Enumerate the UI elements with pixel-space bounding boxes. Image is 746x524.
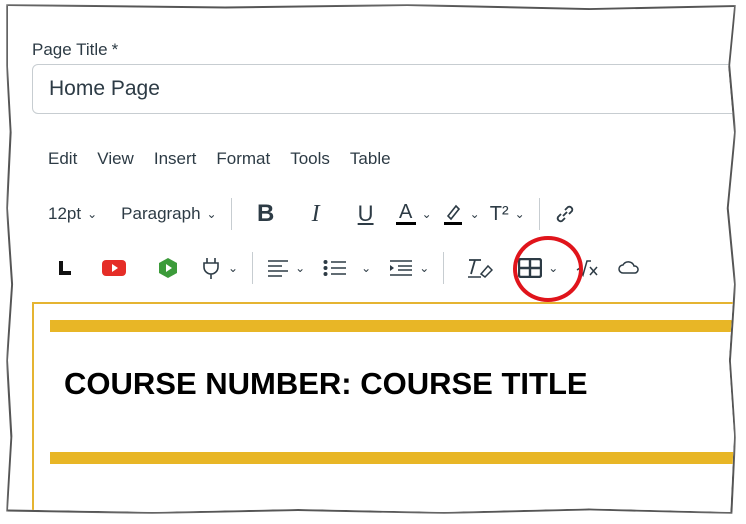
menu-table[interactable]: Table bbox=[350, 149, 391, 169]
indent-icon bbox=[389, 259, 413, 277]
menu-format[interactable]: Format bbox=[216, 149, 270, 169]
plugin-icon bbox=[200, 256, 222, 280]
media-icon bbox=[157, 257, 179, 279]
chevron-down-icon: ⌄ bbox=[87, 207, 98, 221]
annotation-circle bbox=[513, 236, 583, 302]
chevron-down-icon: ⌄ bbox=[469, 207, 480, 221]
chevron-down-icon: ⌄ bbox=[295, 261, 306, 275]
course-heading: COURSE NUMBER: COURSE TITLE bbox=[64, 366, 588, 401]
italic-icon: I bbox=[311, 200, 320, 227]
toolbar-divider bbox=[538, 198, 540, 230]
text-color-icon: A bbox=[395, 202, 416, 225]
screenshot-paper: Page Title * Home Page Edit View Insert F… bbox=[8, 6, 734, 512]
text-color-button[interactable]: A ⌄ bbox=[395, 194, 432, 234]
menu-view[interactable]: View bbox=[97, 149, 134, 169]
chevron-down-icon: ⌄ bbox=[419, 261, 430, 275]
menu-insert[interactable]: Insert bbox=[154, 149, 197, 169]
required-mark: * bbox=[111, 40, 119, 59]
bold-icon: B bbox=[256, 200, 275, 227]
font-size-value: 12pt bbox=[48, 204, 82, 223]
underline-icon: U bbox=[357, 201, 374, 226]
font-size-select[interactable]: 12pt ⌄ bbox=[48, 194, 97, 234]
italic-button[interactable]: I bbox=[296, 194, 336, 234]
chevron-down-icon: ⌄ bbox=[514, 207, 525, 221]
cloud-button[interactable] bbox=[618, 248, 640, 288]
highlight-icon bbox=[442, 202, 464, 226]
toolbar-divider bbox=[443, 252, 445, 284]
link-icon bbox=[554, 203, 576, 225]
bullet-list-button[interactable]: ⌄ bbox=[323, 248, 371, 288]
menu-tools[interactable]: Tools bbox=[290, 149, 330, 169]
lti-tool-button[interactable] bbox=[48, 248, 82, 288]
clear-formatting-button[interactable] bbox=[458, 248, 502, 288]
youtube-icon bbox=[102, 259, 126, 277]
clear-formatting-icon bbox=[467, 257, 494, 279]
chevron-down-icon: ⌄ bbox=[206, 207, 217, 221]
superscript-button[interactable]: T² ⌄ bbox=[490, 194, 525, 234]
block-format-select[interactable]: Paragraph ⌄ bbox=[121, 194, 216, 234]
gold-divider-bottom bbox=[50, 452, 734, 464]
highlight-button[interactable]: ⌄ bbox=[442, 194, 480, 234]
cloud-icon bbox=[618, 258, 640, 278]
toolbar-divider bbox=[230, 198, 232, 230]
underline-button[interactable]: U bbox=[346, 194, 386, 234]
superscript-icon: T² bbox=[489, 202, 509, 225]
bullet-list-icon bbox=[323, 259, 347, 277]
toolbar-divider bbox=[252, 252, 254, 284]
bold-button[interactable]: B bbox=[246, 194, 286, 234]
editor-menubar: Edit View Insert Format Tools Table bbox=[48, 149, 411, 169]
align-icon bbox=[267, 259, 289, 277]
indent-button[interactable]: ⌄ bbox=[389, 248, 429, 288]
chevron-down-icon: ⌄ bbox=[228, 261, 239, 275]
gold-divider-top bbox=[50, 320, 734, 332]
chevron-down-icon: ⌄ bbox=[421, 207, 432, 221]
media-button[interactable] bbox=[146, 248, 190, 288]
page-title-input[interactable]: Home Page bbox=[32, 64, 734, 114]
rich-content-editor[interactable]: COURSE NUMBER: COURSE TITLE bbox=[32, 302, 734, 512]
plugin-button[interactable]: ⌄ bbox=[200, 248, 238, 288]
chevron-down-icon: ⌄ bbox=[361, 261, 372, 275]
toolbar-row-1: 12pt ⌄ Paragraph ⌄ B I U A ⌄ ⌄ T² ⌄ bbox=[48, 194, 586, 234]
menu-edit[interactable]: Edit bbox=[48, 149, 77, 169]
align-button[interactable]: ⌄ bbox=[267, 248, 305, 288]
lti-tool-icon bbox=[57, 259, 73, 277]
block-format-value: Paragraph bbox=[121, 204, 201, 223]
link-button[interactable] bbox=[554, 194, 576, 234]
page-title-label: Page Title * bbox=[32, 40, 119, 59]
youtube-button[interactable] bbox=[92, 248, 136, 288]
